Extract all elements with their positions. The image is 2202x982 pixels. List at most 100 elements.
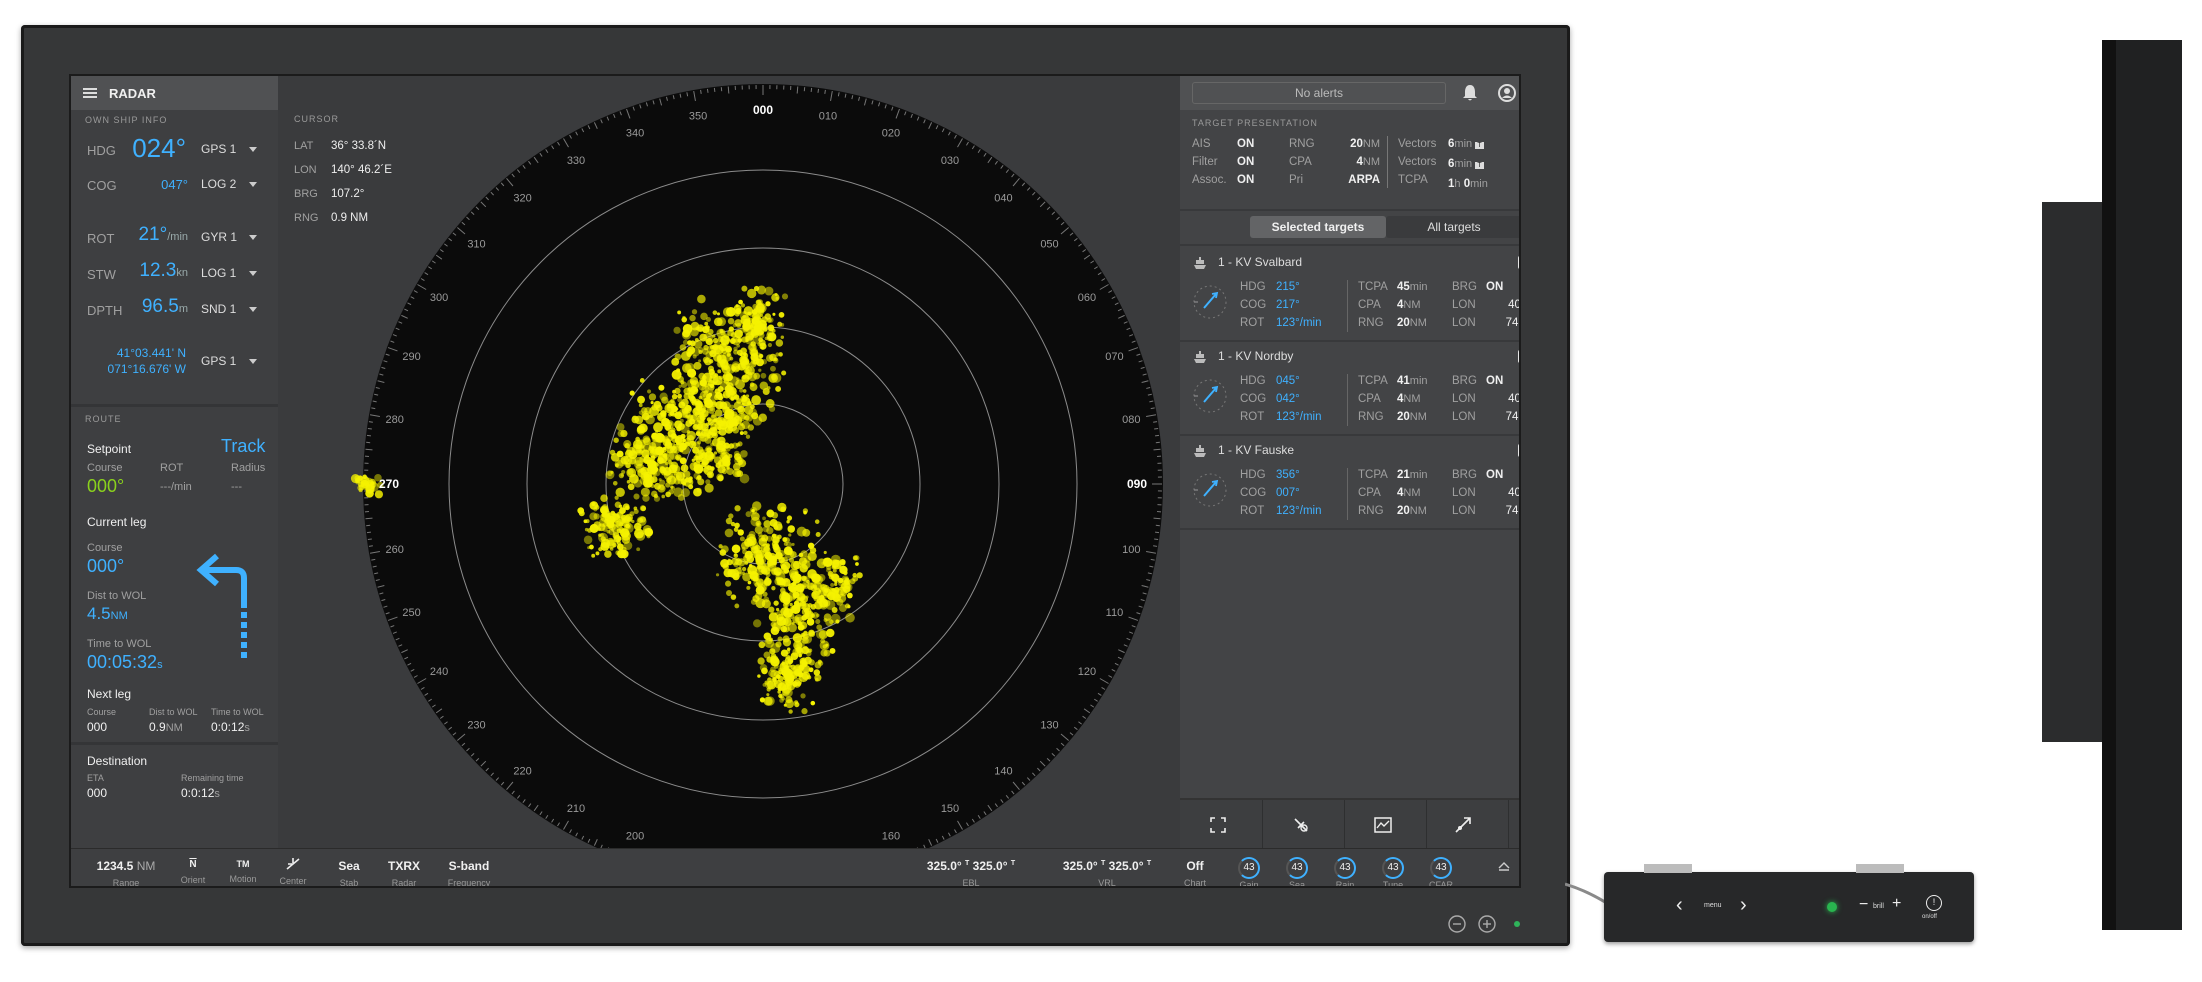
gain-control[interactable]: 43 Gain [1231,849,1267,886]
menu-key[interactable]: menu [1704,902,1722,909]
next-course-label: Course [87,707,117,717]
tp-values-col2[interactable]: 20NM 4NM ARPA [1330,135,1380,189]
radar-echo [814,519,820,524]
radar-echo [688,394,695,401]
rot-row[interactable]: ROT 21°/min GYR 1 [71,219,278,255]
tp-values-col1[interactable]: ON ON ON [1237,135,1254,189]
sea-knob[interactable]: 43 [1286,857,1308,879]
radar-echo [773,663,779,669]
radar-scope[interactable]: 000 010 020 030 040 050 060 070 080 090 100 110 120 1… [278,76,1180,848]
gain-knob[interactable]: 43 [1238,857,1260,879]
tune-knob[interactable]: 43 [1382,857,1404,879]
radar-echo [791,621,795,625]
bearing-label: 300 [430,292,448,304]
menu-icon[interactable] [83,88,97,98]
frequency-control[interactable]: S-band Frequency [439,849,499,886]
cog-row[interactable]: COG 047° LOG 2 [71,166,278,202]
plus-icon[interactable]: + [1892,895,1901,913]
target-rng: 20 [1397,411,1410,423]
radar-echo [645,459,650,464]
user-icon[interactable] [1498,84,1516,102]
rain-knob[interactable]: 43 [1334,857,1356,879]
radar-echo [794,701,800,708]
tab-all-targets[interactable]: All targets [1386,216,1519,238]
target-card[interactable]: 1 - KV Svalbard ARPA HDG COG ROT 215° 21… [1180,248,1519,342]
divider [1347,280,1348,332]
stab-control[interactable]: Sea Stab [327,849,371,886]
zoom-out-icon[interactable] [1448,915,1466,933]
radar-echo [662,446,667,451]
radar-echo [771,533,777,539]
setpoint-mode[interactable]: Track [221,436,265,457]
chevron-up-icon[interactable] [1498,861,1510,871]
chart-overlay-icon[interactable] [1374,817,1392,833]
tp-labels-col2: RNG CPA Pri [1289,135,1315,189]
motion-control[interactable]: TM Motion [219,849,267,884]
chevron-down-icon[interactable] [249,307,257,312]
radar-echo [729,338,736,344]
radar-echo [724,425,734,434]
orient-control[interactable]: N Orient [171,849,215,885]
chart-control[interactable]: Off Chart [1175,849,1215,886]
radar-echo [741,336,748,343]
rot-label: ROT [87,231,115,246]
zoom-in-icon[interactable] [1478,915,1496,933]
target-card[interactable]: 1 - KV Fauske ARPA HDG COG ROT 356° 007°… [1180,436,1519,530]
chevron-down-icon[interactable] [249,235,257,240]
range-control[interactable]: 1234.5 NM Range [81,849,171,886]
stw-row[interactable]: STW 12.3kn LOG 1 [71,255,278,291]
rng-value[interactable]: 20 [1350,138,1363,150]
radar-echo [702,466,709,473]
vector-tool-icon[interactable] [1454,816,1472,834]
pri-value[interactable]: ARPA [1348,174,1380,186]
radar-echo [852,555,858,561]
dpth-row[interactable]: DPTH 96.5m SND 1 [71,291,278,327]
radar-echo [832,568,837,573]
chevron-down-icon[interactable] [249,182,257,187]
ebl-control[interactable]: 325.0° T 325.0° T EBL [911,849,1031,886]
fullscreen-icon[interactable] [1210,817,1226,833]
chevron-left-icon[interactable]: ‹ [1676,894,1683,917]
stw-source: LOG 1 [201,266,237,280]
alerts-field[interactable]: No alerts [1192,82,1446,104]
ship-icon [1194,257,1206,269]
cfar-control[interactable]: 43 CFAR [1423,849,1459,886]
divider [1426,800,1427,848]
ais-value[interactable]: ON [1237,135,1254,153]
assoc-value[interactable]: ON [1237,171,1254,189]
bell-icon[interactable] [1462,84,1478,102]
position-row[interactable]: 41°03.441' N 071°16.676' W GPS 1 [71,342,278,382]
compass-tick [367,427,372,430]
vrl-control[interactable]: 325.0° T 325.0° T VRL [1047,849,1167,886]
rain-control[interactable]: 43 Rain [1327,849,1363,886]
center-control[interactable]: Center [271,849,315,886]
sea-control[interactable]: 43 Sea [1279,849,1315,886]
target-acquire-icon[interactable] [1292,816,1310,834]
radar-echo [815,619,821,625]
filter-value[interactable]: ON [1237,153,1254,171]
hdg-row[interactable]: HDG 024° GPS 1 [71,131,278,167]
chevron-down-icon[interactable] [249,271,257,276]
radar-echo [724,528,734,538]
chevron-right-icon[interactable]: › [1740,894,1747,917]
setpoint-course-label: Course [87,462,123,474]
radar-control[interactable]: TXRX Radar [379,849,429,886]
target-labels: HDG COG ROT [1240,372,1266,426]
chevron-down-icon[interactable] [249,147,257,152]
tune-control[interactable]: 43 Tune [1375,849,1411,886]
radar-echo [757,584,767,593]
tab-selected-targets[interactable]: Selected targets [1250,216,1386,238]
radar-echo [830,588,837,595]
tp-values-col3[interactable]: 6min T 6min T 1h 0min [1448,135,1488,193]
target-card[interactable]: 1 - KV Nordby ARPA HDG COG ROT 045° 042°… [1180,342,1519,436]
cfar-knob[interactable]: 43 [1430,857,1452,879]
minus-icon[interactable]: − [1859,896,1868,914]
radar-echo [624,461,628,465]
radar-echo [758,565,766,573]
radar-echo [702,356,710,364]
radar-view[interactable]: CURSOR LAT LON BRG RNG 36° 33.8´N 140° 4… [278,76,1180,848]
radar-echo [680,381,688,388]
chevron-down-icon[interactable] [249,359,257,364]
radar-echo [846,592,853,599]
power-icon[interactable]: ! [1926,895,1942,911]
